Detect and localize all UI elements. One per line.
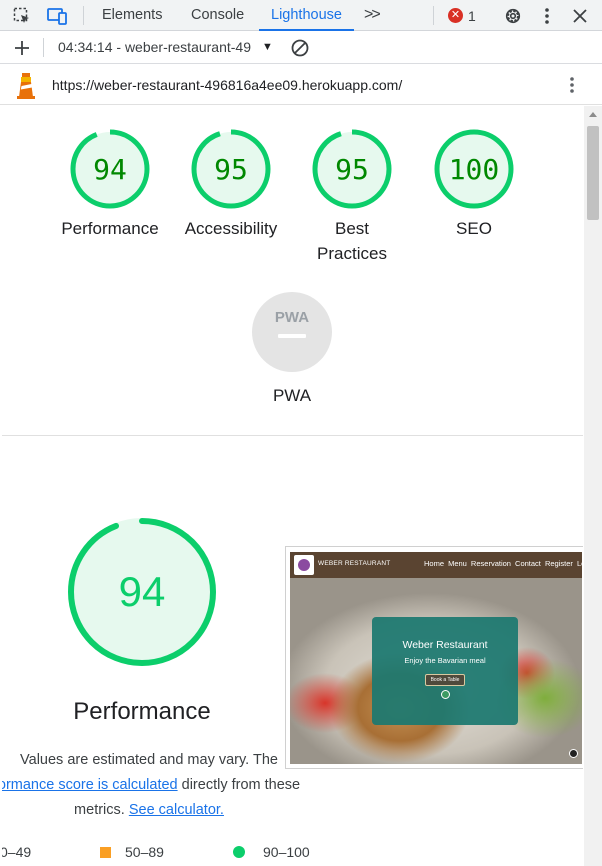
hero-book-button: Book a Table xyxy=(424,674,466,686)
pwa-badge-icon: PWA xyxy=(252,292,332,372)
scroll-up-arrow-icon[interactable] xyxy=(589,112,597,117)
score-calculated-link[interactable]: ormance score is calculated xyxy=(2,777,178,793)
corner-icon xyxy=(569,749,578,758)
close-icon[interactable] xyxy=(569,5,591,27)
desc-line: metrics. See calculator. xyxy=(2,798,308,823)
gauge-label: PWA xyxy=(272,386,312,405)
report-selector[interactable]: 04:34:14 - weber-restaurant-49 xyxy=(58,39,272,55)
error-count: 1 xyxy=(468,7,476,24)
legend-average: 50–89 xyxy=(100,844,164,860)
pass-circle-icon xyxy=(233,846,245,858)
tab-lighthouse[interactable]: Lighthouse xyxy=(259,0,354,31)
site-logo xyxy=(294,555,314,575)
tab-console[interactable]: Console xyxy=(191,0,244,31)
gauge-label-line: Best xyxy=(334,219,370,238)
lighthouse-toolbar: 04:34:14 - weber-restaurant-49 ▼ xyxy=(0,32,602,64)
devtools-tab-bar: Elements Console Lighthouse >> ✕ 1 xyxy=(0,0,602,31)
score-value: 95 xyxy=(214,153,248,186)
tab-separator xyxy=(83,6,84,25)
performance-description: Values are estimated and may vary. The o… xyxy=(2,748,308,823)
more-vertical-icon[interactable] xyxy=(536,5,558,27)
score-value: 95 xyxy=(335,153,369,186)
legend-pass: 90–100 xyxy=(233,844,310,860)
toolbar-separator xyxy=(43,38,44,57)
hero-card: Weber Restaurant Enjoy the Bavarian meal… xyxy=(372,617,518,725)
settings-gear-icon[interactable] xyxy=(502,5,524,27)
gauge-label-line: Practices xyxy=(317,244,387,263)
error-icon: ✕ xyxy=(448,8,463,23)
report-url-bar: https://weber-restaurant-496816a4ee09.he… xyxy=(0,65,602,105)
gauge-label: Performance xyxy=(61,219,159,238)
section-divider xyxy=(2,435,583,436)
overflow-chevron-icon[interactable]: >> xyxy=(364,0,381,31)
add-icon[interactable] xyxy=(11,37,33,59)
lighthouse-logo xyxy=(14,73,38,99)
device-toolbar-icon[interactable] xyxy=(46,5,68,27)
gauge-accessibility[interactable]: 95 Accessibility xyxy=(171,128,291,241)
desc-text: metrics. xyxy=(74,802,129,818)
hero-title: Weber Restaurant xyxy=(402,639,488,651)
error-count-badge[interactable]: ✕ 1 xyxy=(448,7,476,24)
gauge-seo[interactable]: 100 SEO xyxy=(414,128,534,241)
dropdown-caret-icon[interactable]: ▼ xyxy=(262,41,273,53)
clear-icon[interactable] xyxy=(289,37,311,59)
report-scrollbar[interactable] xyxy=(584,106,602,866)
score-value: 94 xyxy=(93,153,127,186)
average-square-icon xyxy=(100,846,111,858)
legend-label: 50–89 xyxy=(125,844,164,860)
gauge-label: Accessibility xyxy=(184,219,278,238)
desc-line: Values are estimated and may vary. The xyxy=(20,752,278,768)
score-value: 100 xyxy=(449,153,500,186)
hero-mini-icon xyxy=(440,690,450,699)
performance-big-gauge: 94 xyxy=(66,516,218,673)
tab-separator xyxy=(433,6,434,25)
see-calculator-link[interactable]: See calculator. xyxy=(129,802,224,818)
report-url[interactable]: https://weber-restaurant-496816a4ee09.he… xyxy=(52,77,402,93)
performance-score: 94 xyxy=(119,568,166,615)
desc-text: directly from these xyxy=(177,777,301,793)
score-gauge: 94 xyxy=(68,518,216,666)
gauge-label: Best Practices xyxy=(292,216,412,266)
page-screenshot-thumbnail[interactable]: WEBER RESTAURANT Home Menu Reservation C… xyxy=(285,546,583,769)
site-navbar: WEBER RESTAURANT Home Menu Reservation C… xyxy=(290,552,583,578)
lighthouse-report: 94 Performance 95 Accessibility 95 Best … xyxy=(2,106,583,866)
more-vertical-icon[interactable] xyxy=(561,74,583,96)
gauge-pwa[interactable]: PWA PWA xyxy=(232,291,352,408)
score-gauge: 95 xyxy=(191,129,271,209)
site-hero-image: Weber Restaurant Enjoy the Bavarian meal… xyxy=(290,578,582,764)
pwa-badge-text: PWA xyxy=(275,309,309,326)
legend-fail: 0–49 xyxy=(2,844,31,860)
scroll-thumb[interactable] xyxy=(587,126,599,220)
performance-title: Performance xyxy=(73,698,211,725)
score-gauge: 95 xyxy=(312,129,392,209)
desc-line: ormance score is calculated directly fro… xyxy=(2,773,308,798)
site-brand: WEBER RESTAURANT xyxy=(318,560,391,567)
gauge-performance[interactable]: 94 Performance xyxy=(50,128,170,241)
legend-label: 90–100 xyxy=(263,844,310,860)
gauge-best-practices[interactable]: 95 Best Practices xyxy=(292,128,412,266)
score-gauge: 100 xyxy=(434,129,514,209)
score-gauge: 94 xyxy=(70,129,150,209)
gauge-label: SEO xyxy=(456,219,492,238)
site-nav-links: Home Menu Reservation Contact Register L… xyxy=(424,559,583,568)
hero-subtitle: Enjoy the Bavarian meal xyxy=(404,656,486,665)
legend-label: 0–49 xyxy=(2,844,32,860)
inspect-element-icon[interactable] xyxy=(11,5,33,27)
tab-elements[interactable]: Elements xyxy=(102,0,162,31)
